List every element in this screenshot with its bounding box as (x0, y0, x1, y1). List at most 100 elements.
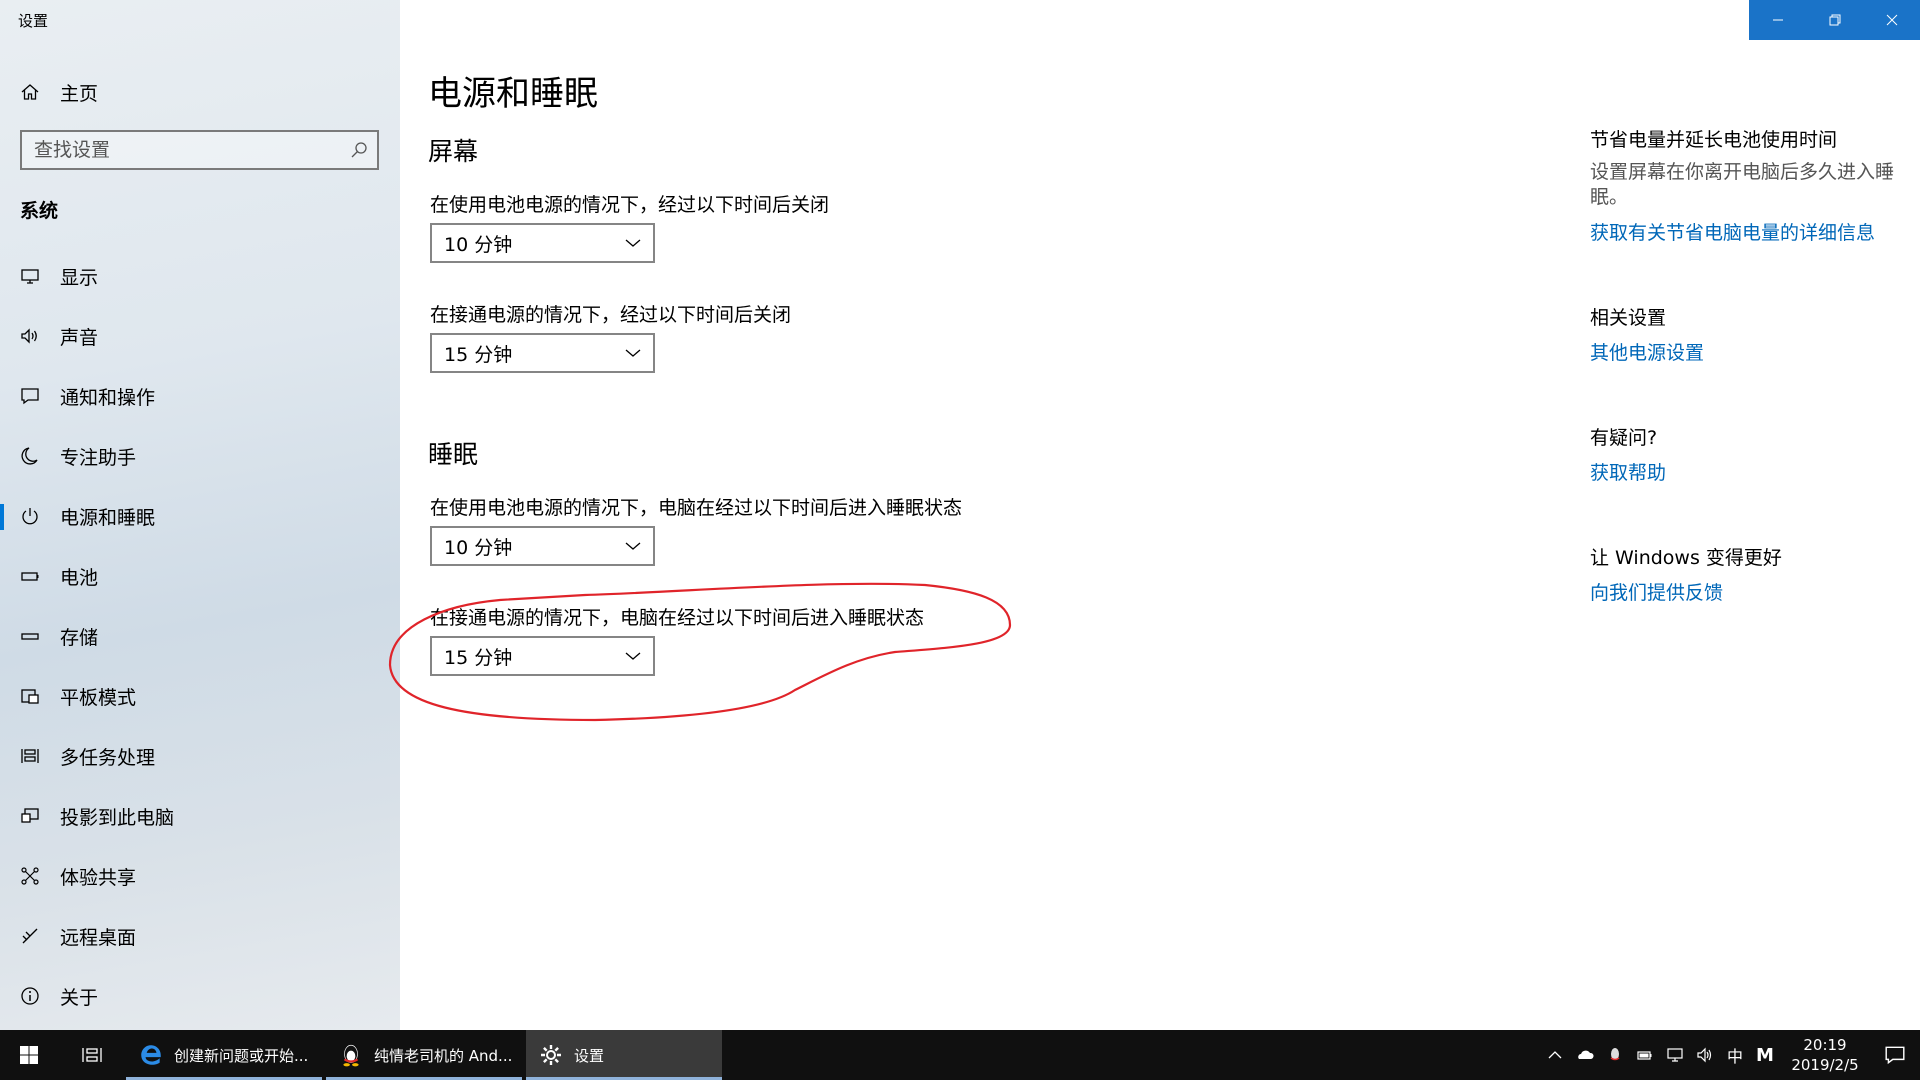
restore-icon (1829, 14, 1840, 26)
taskbar-app-label: 创建新问题或开始... (174, 1046, 309, 1065)
minimize-icon (1772, 19, 1783, 21)
screen-heading: 屏幕 (428, 137, 479, 166)
save-power-text: 设置屏幕在你离开电脑后多久进入睡眠。 (1590, 161, 1895, 208)
multitask-icon (18, 744, 42, 768)
get-help-link[interactable]: 获取帮助 (1590, 458, 1666, 485)
sidebar-item-project[interactable]: 投影到此电脑 (0, 786, 400, 846)
sidebar-item-label: 主页 (60, 82, 99, 105)
ime-indicator[interactable]: 中 (1720, 1030, 1750, 1080)
sidebar-item-shared-experiences[interactable]: 体验共享 (0, 846, 400, 906)
chevron-down-icon (625, 349, 641, 357)
moon-icon (18, 444, 42, 468)
sidebar-item-label: 通知和操作 (60, 386, 156, 409)
sidebar-item-focus-assist[interactable]: 专注助手 (0, 426, 400, 486)
start-button[interactable] (0, 1030, 58, 1080)
close-button[interactable] (1863, 0, 1920, 40)
sidebar-item-label: 平板模式 (60, 686, 137, 709)
other-power-settings-link[interactable]: 其他电源设置 (1590, 338, 1704, 365)
restore-button[interactable] (1806, 0, 1863, 40)
edge-icon (138, 1042, 164, 1068)
sidebar-item-label: 专注助手 (60, 446, 137, 469)
clock-date: 2019/2/5 (1791, 1056, 1859, 1074)
message-icon (18, 384, 42, 408)
info-icon (18, 984, 42, 1008)
screen-plugged-dropdown[interactable]: 15 分钟 (430, 333, 655, 373)
sidebar-item-label: 投影到此电脑 (60, 806, 175, 829)
qq-tray-icon[interactable] (1600, 1030, 1630, 1080)
monitor-icon (18, 264, 42, 288)
sidebar-item-label: 电池 (60, 566, 99, 589)
sidebar-item-sound[interactable]: 声音 (0, 306, 400, 366)
network-icon[interactable] (1660, 1030, 1690, 1080)
action-center-button[interactable] (1870, 1030, 1920, 1080)
clock-time: 20:19 (1803, 1036, 1847, 1054)
sidebar-item-label: 显示 (60, 266, 99, 289)
chevron-down-icon (625, 542, 641, 550)
screen-battery-label: 在使用电池电源的情况下，经过以下时间后关闭 (430, 194, 830, 216)
sidebar-item-label: 存储 (60, 626, 99, 649)
screen-plugged-label: 在接通电源的情况下，经过以下时间后关闭 (430, 304, 792, 326)
battery-icon (18, 564, 42, 588)
sidebar-item-remote-desktop[interactable]: 远程桌面 (0, 906, 400, 966)
battery-tray-icon[interactable] (1630, 1030, 1660, 1080)
storage-icon (18, 624, 42, 648)
sidebar-item-display[interactable]: 显示 (0, 246, 400, 306)
sidebar-item-storage[interactable]: 存储 (0, 606, 400, 666)
taskbar-app-settings[interactable]: 设置 (526, 1030, 722, 1080)
sidebar-item-battery[interactable]: 电池 (0, 546, 400, 606)
task-view-button[interactable] (58, 1030, 126, 1080)
screen-battery-dropdown[interactable]: 10 分钟 (430, 223, 655, 263)
sidebar-item-tablet-mode[interactable]: 平板模式 (0, 666, 400, 726)
sleep-battery-label: 在使用电池电源的情况下，电脑在经过以下时间后进入睡眠状态 (430, 497, 963, 519)
close-icon (1886, 14, 1897, 26)
taskbar-app-label: 纯情老司机的 And... (374, 1046, 513, 1065)
sleep-plugged-label: 在接通电源的情况下，电脑在经过以下时间后进入睡眠状态 (430, 607, 925, 629)
share-icon (18, 864, 42, 888)
onedrive-icon[interactable] (1570, 1030, 1600, 1080)
search-icon[interactable] (349, 140, 369, 160)
feedback-heading: 让 Windows 变得更好 (1590, 547, 1782, 569)
section-label: 系统 (20, 200, 59, 222)
feedback-link[interactable]: 向我们提供反馈 (1590, 578, 1723, 605)
sleep-heading: 睡眠 (428, 440, 479, 469)
windows-logo-icon (20, 1046, 38, 1064)
taskbar-app-edge[interactable]: 创建新问题或开始... (126, 1030, 322, 1080)
dropdown-value: 15 分钟 (444, 646, 513, 669)
taskbar: 创建新问题或开始... 纯情老司机的 And... 设置 中 M 20:19 2… (0, 1030, 1920, 1080)
sidebar-item-multitasking[interactable]: 多任务处理 (0, 726, 400, 786)
sidebar-item-label: 体验共享 (60, 866, 137, 889)
system-tray: 中 M 20:19 2019/2/5 (1540, 1030, 1920, 1080)
minimize-button[interactable] (1749, 0, 1806, 40)
sidebar-item-power-sleep[interactable]: 电源和睡眠 (0, 486, 400, 546)
volume-icon[interactable] (1690, 1030, 1720, 1080)
power-icon (18, 504, 42, 528)
sidebar-item-label: 声音 (60, 326, 99, 349)
app-title: 设置 (18, 12, 49, 30)
window-controls (1749, 0, 1920, 40)
ime-mode-indicator[interactable]: M (1750, 1030, 1780, 1080)
sidebar-item-home[interactable]: 主页 (0, 72, 400, 112)
search-input[interactable] (22, 139, 332, 161)
sidebar-item-about[interactable]: 关于 (0, 966, 400, 1026)
chevron-down-icon (625, 652, 641, 660)
clock[interactable]: 20:19 2019/2/5 (1780, 1035, 1870, 1075)
chevron-down-icon (625, 239, 641, 247)
save-power-link[interactable]: 获取有关节省电脑电量的详细信息 (1590, 218, 1875, 245)
speaker-icon (18, 324, 42, 348)
sidebar-item-notifications[interactable]: 通知和操作 (0, 366, 400, 426)
taskbar-app-qq[interactable]: 纯情老司机的 And... (326, 1030, 522, 1080)
sidebar-item-label: 多任务处理 (60, 746, 156, 769)
sidebar-nav: 显示 声音 通知和操作 专注助手 电源和睡眠 电池 存储 平板模式 多任务处理 … (0, 246, 400, 1026)
qq-icon (338, 1042, 364, 1068)
chevron-up-icon[interactable] (1540, 1030, 1570, 1080)
project-icon (18, 804, 42, 828)
sidebar-item-label: 电源和睡眠 (60, 506, 156, 529)
sidebar-item-label: 远程桌面 (60, 926, 137, 949)
page-title: 电源和睡眠 (428, 74, 598, 114)
sleep-plugged-dropdown[interactable]: 15 分钟 (430, 636, 655, 676)
sleep-battery-dropdown[interactable]: 10 分钟 (430, 526, 655, 566)
question-heading: 有疑问? (1590, 427, 1658, 449)
save-power-heading: 节省电量并延长电池使用时间 (1590, 129, 1838, 151)
dropdown-value: 10 分钟 (444, 536, 513, 559)
sidebar-item-label: 关于 (60, 986, 99, 1009)
